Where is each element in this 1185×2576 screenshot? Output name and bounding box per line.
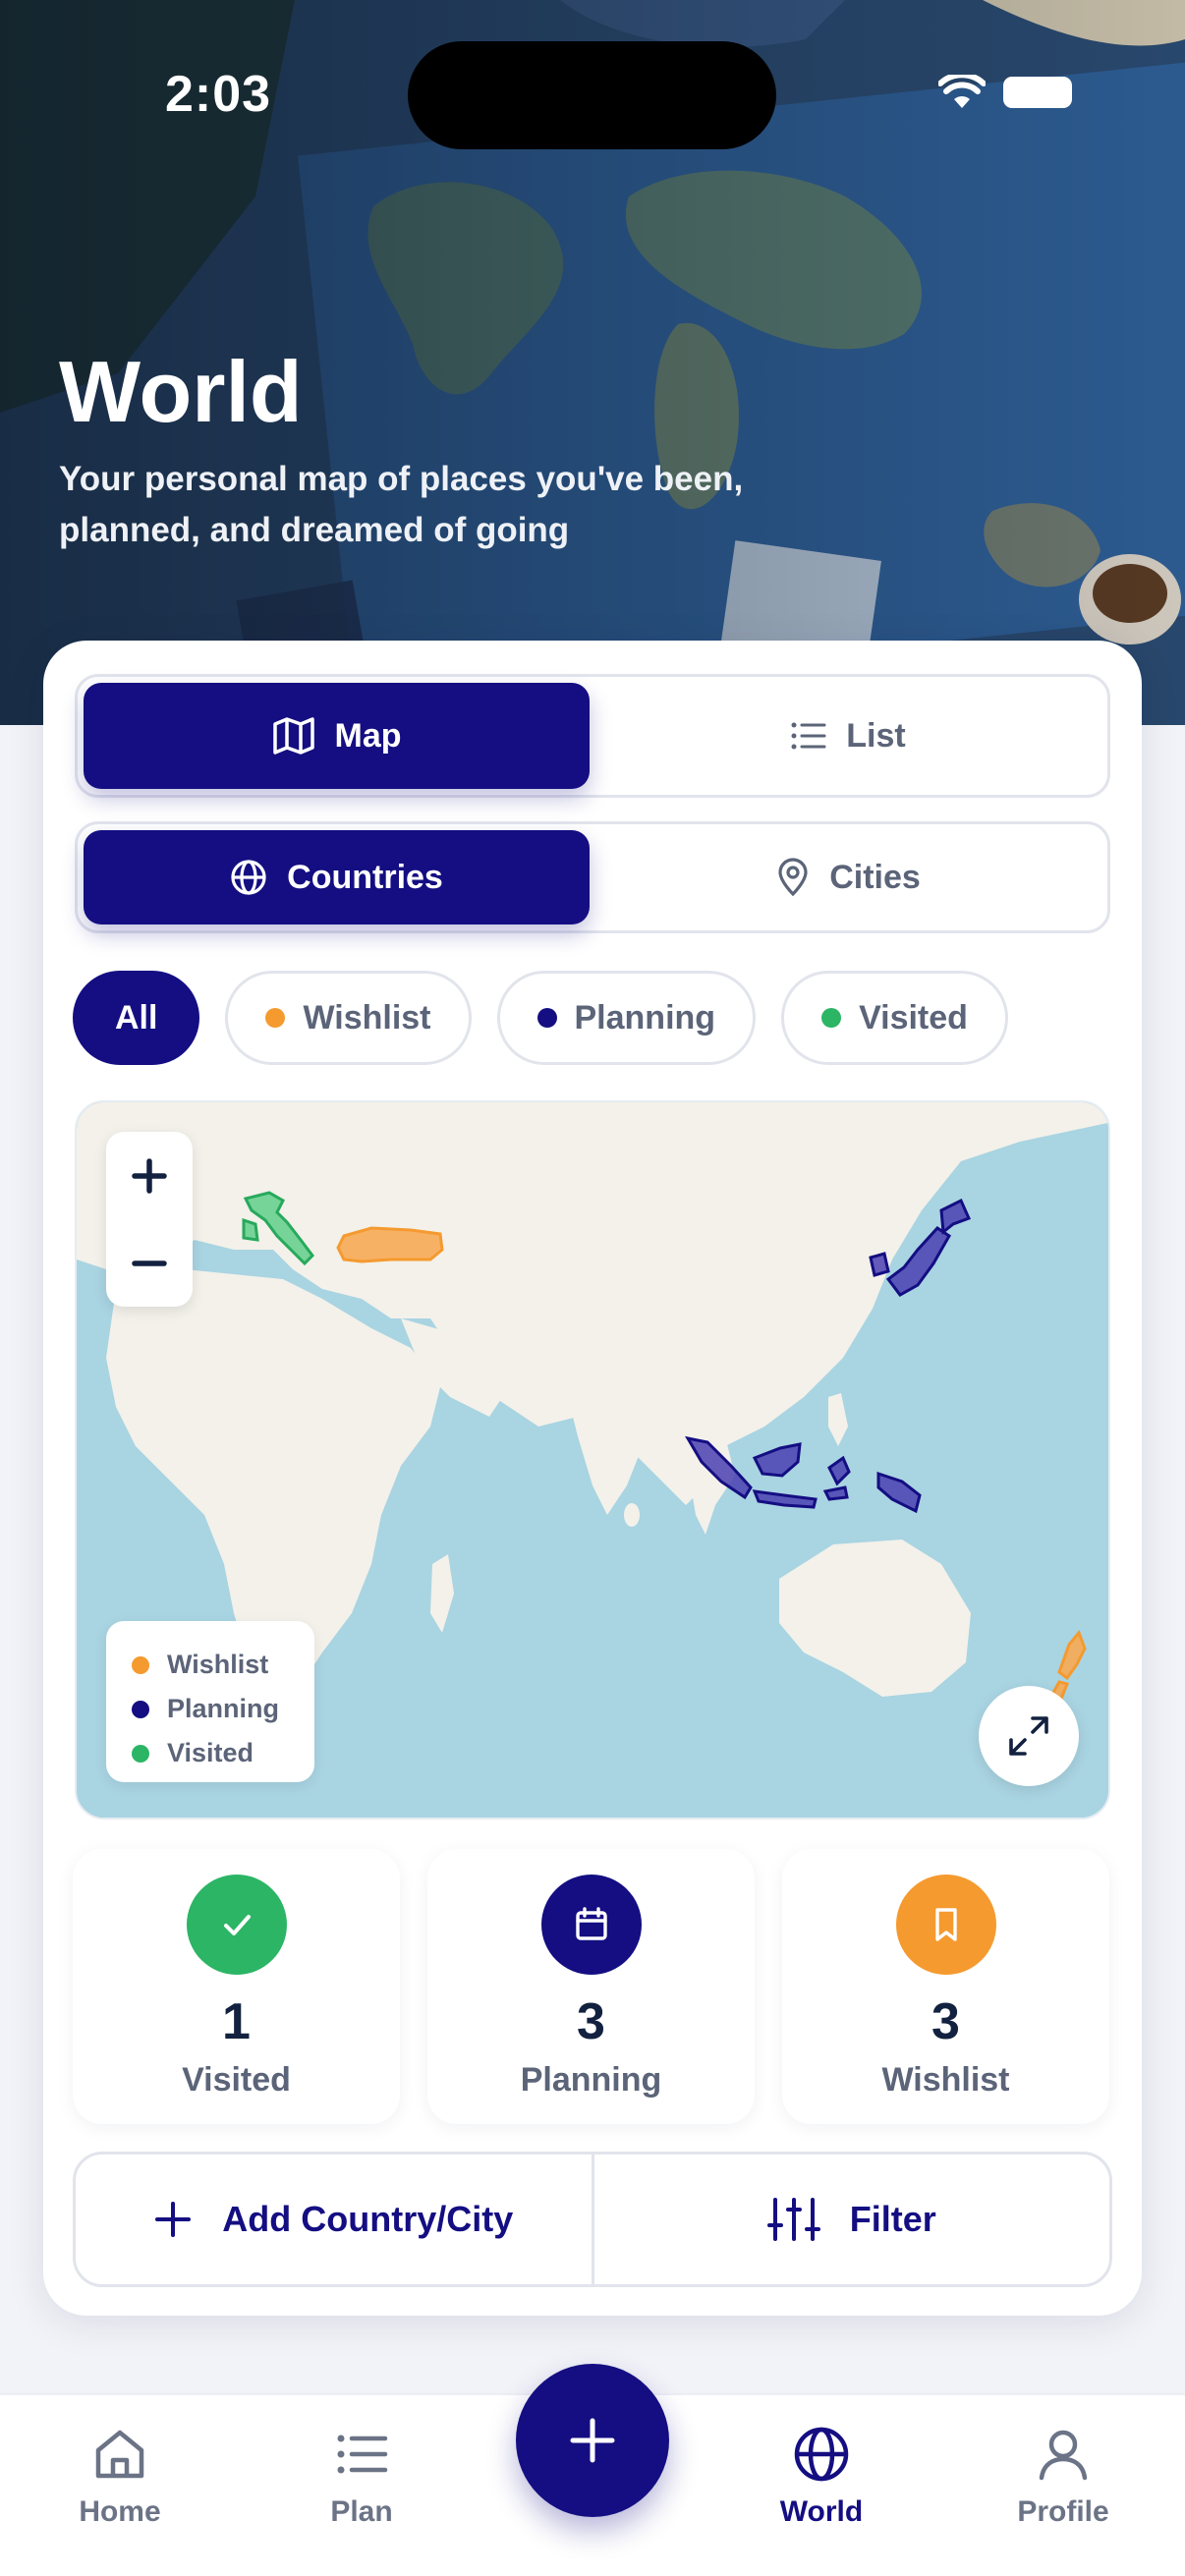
scope-toggle: Countries Cities — [75, 821, 1110, 933]
wishlist-dot-icon — [265, 1008, 286, 1028]
map-view-label: Map — [334, 716, 402, 755]
page-subtitle: Your personal map of places you've been,… — [59, 460, 744, 549]
battery-icon — [1003, 77, 1072, 108]
turkey-region[interactable] — [336, 1226, 444, 1263]
stat-visited-badge — [186, 1875, 287, 1975]
check-icon — [223, 1915, 251, 1935]
minus-icon — [132, 1260, 167, 1266]
nav-home[interactable]: Home — [41, 2425, 198, 2529]
profile-icon — [1039, 2430, 1088, 2481]
home-icon — [95, 2430, 144, 2479]
zoom-out-button[interactable] — [106, 1219, 193, 1307]
visited-legend-dot — [132, 1744, 149, 1763]
fullscreen-map-button[interactable] — [979, 1686, 1079, 1786]
plus-icon — [155, 2202, 192, 2237]
stat-wishlist-badge — [895, 1875, 996, 1975]
legend-planning-label: Planning — [167, 1694, 279, 1723]
wifi-icon — [938, 75, 986, 108]
stat-planning-badge — [540, 1875, 642, 1975]
cities-button[interactable]: Cities — [595, 830, 1101, 924]
filter-button[interactable]: Filter — [594, 2155, 1110, 2284]
zoom-controls — [106, 1132, 193, 1307]
sri-lanka-land — [624, 1503, 640, 1527]
calendar-icon — [575, 1907, 607, 1940]
add-country-city-label: Add Country/City — [222, 2199, 514, 2239]
legend-wishlist-label: Wishlist — [167, 1650, 269, 1679]
dynamic-island — [408, 41, 776, 149]
globe-icon — [231, 860, 266, 895]
bookmark-icon — [934, 1908, 957, 1941]
action-bar: Add Country/City Filter — [73, 2152, 1112, 2287]
stat-planning-count: 3 — [577, 1993, 605, 2050]
list-view-label: List — [846, 716, 906, 755]
wishlist-legend-dot — [132, 1655, 149, 1674]
page-title: World — [59, 343, 303, 440]
stat-card-wishlist[interactable]: 3 Wishlist — [782, 1849, 1109, 2124]
filter-chip-visited[interactable]: Visited — [781, 971, 1008, 1065]
location-pin-icon — [778, 858, 808, 897]
filter-chip-wishlist[interactable]: Wishlist — [225, 971, 472, 1065]
map-icon — [272, 717, 314, 755]
stat-wishlist-count: 3 — [931, 1993, 960, 2050]
countries-button[interactable]: Countries — [84, 830, 590, 924]
legend-visited-label: Visited — [167, 1738, 254, 1767]
legend-item-planning: Planning — [132, 1687, 314, 1731]
legend-item-visited: Visited — [132, 1731, 314, 1775]
sliders-icon — [766, 2198, 820, 2241]
nav-profile[interactable]: Profile — [985, 2425, 1142, 2529]
filter-chip-planning-label: Planning — [574, 998, 716, 1036]
filter-chip-all[interactable]: All — [73, 971, 200, 1065]
nav-plan[interactable]: Plan — [283, 2425, 440, 2529]
nav-world-label: World — [779, 2495, 864, 2528]
status-time: 2:03 — [165, 66, 272, 123]
stat-card-visited[interactable]: 1 Visited — [73, 1849, 400, 2124]
planning-dot-icon — [536, 1008, 557, 1028]
view-toggle: Map List — [75, 674, 1110, 798]
map-legend: Wishlist Planning Visited — [106, 1621, 314, 1782]
list-icon — [791, 722, 826, 750]
status-filter-chips: All Wishlist Planning Visited — [73, 971, 1008, 1065]
zoom-in-button[interactable] — [106, 1132, 193, 1219]
filter-chip-wishlist-label: Wishlist — [303, 998, 431, 1036]
stat-card-planning[interactable]: 3 Planning — [427, 1849, 755, 2124]
stat-wishlist-label: Wishlist — [881, 2061, 1010, 2099]
cities-label: Cities — [829, 858, 921, 896]
stat-visited-count: 1 — [222, 1993, 251, 2050]
world-card: Map List Countries Cities All Wishlist P… — [43, 641, 1142, 2316]
visited-dot-icon — [821, 1008, 842, 1028]
expand-icon — [1009, 1716, 1048, 1756]
filter-chip-planning[interactable]: Planning — [496, 971, 757, 1065]
nav-plan-label: Plan — [330, 2495, 393, 2528]
filter-chip-all-label: All — [115, 998, 158, 1036]
globe-icon — [794, 2427, 849, 2482]
stat-planning-label: Planning — [520, 2061, 662, 2099]
plus-icon — [570, 2418, 615, 2463]
planning-legend-dot — [132, 1700, 149, 1718]
list-view-button[interactable]: List — [595, 683, 1101, 789]
filter-label: Filter — [849, 2199, 936, 2239]
nav-world[interactable]: World — [743, 2425, 900, 2529]
plus-icon — [132, 1157, 167, 1194]
nav-home-label: Home — [79, 2495, 161, 2528]
filter-chip-visited-label: Visited — [859, 998, 968, 1036]
legend-item-wishlist: Wishlist — [132, 1643, 314, 1687]
map-view-button[interactable]: Map — [84, 683, 590, 789]
list-icon — [337, 2435, 388, 2474]
add-fab-button[interactable] — [516, 2364, 669, 2517]
world-map[interactable]: Wishlist Planning Visited — [75, 1100, 1110, 1820]
add-country-city-button[interactable]: Add Country/City — [76, 2155, 592, 2284]
stats-row: 1 Visited 3 Planning 3 Wishlist — [73, 1849, 1109, 2124]
stat-visited-label: Visited — [182, 2061, 291, 2099]
nav-profile-label: Profile — [1017, 2495, 1109, 2528]
countries-label: Countries — [287, 858, 443, 896]
status-icons — [938, 75, 1072, 110]
